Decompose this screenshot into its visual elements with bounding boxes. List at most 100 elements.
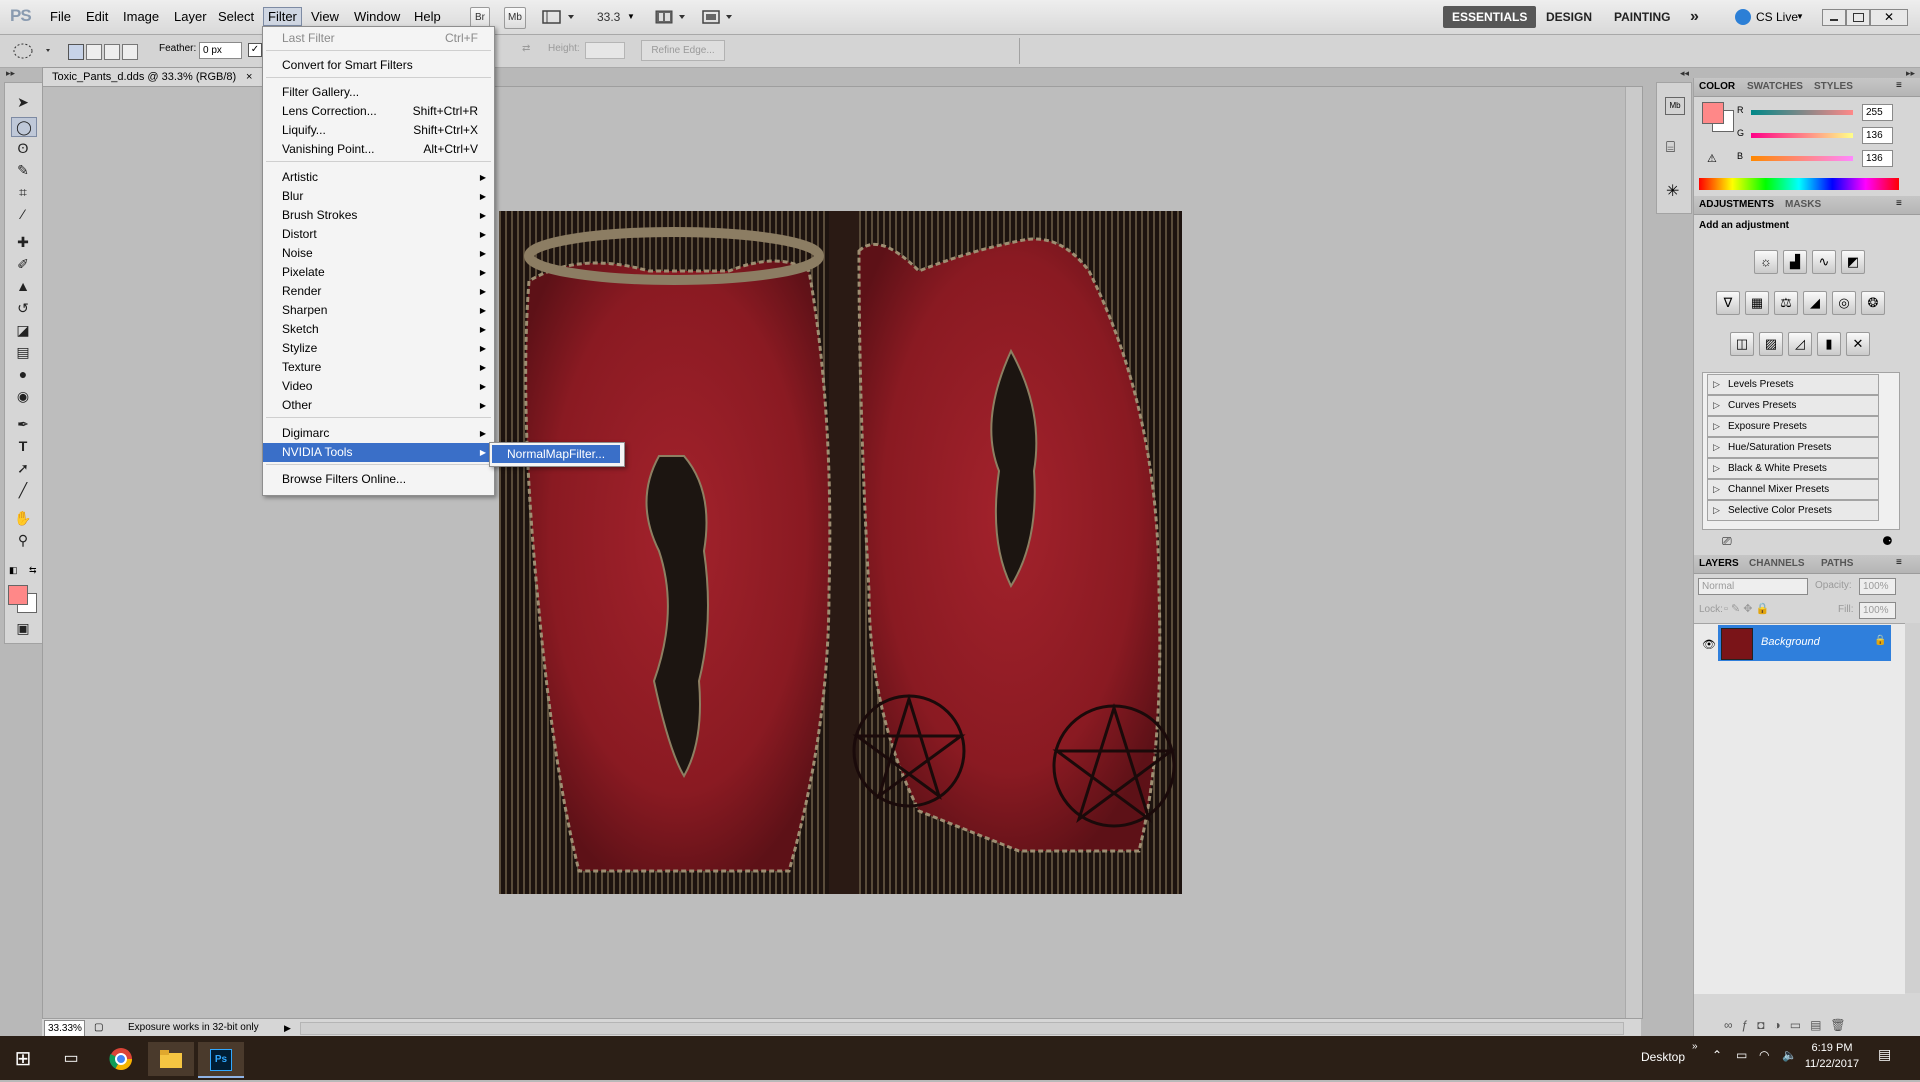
feather-input[interactable]: 0 px — [199, 42, 242, 59]
menu-file[interactable]: File — [50, 9, 71, 24]
menu-item-browse-filters-online[interactable]: Browse Filters Online... — [263, 470, 494, 489]
panel-menu-icon[interactable]: ≡ — [1896, 198, 1902, 209]
action-center-icon[interactable]: ▤ — [1878, 1046, 1891, 1063]
quick-mask-icon[interactable]: ▣ — [11, 619, 35, 637]
status-zoom-field[interactable]: 33.33% — [44, 1020, 85, 1037]
clock-time[interactable]: 6:19 PM — [1802, 1042, 1862, 1054]
menu-item-normalmapfilter[interactable]: NormalMapFilter... — [492, 445, 620, 463]
foreground-color-swatch[interactable] — [8, 585, 28, 605]
panel-menu-icon[interactable]: ≡ — [1896, 557, 1902, 568]
menu-filter[interactable]: Filter — [263, 7, 302, 26]
horizontal-scrollbar[interactable] — [300, 1022, 1624, 1035]
menu-item-nvidia-tools[interactable]: NVIDIA Tools ▶ — [263, 443, 494, 462]
tab-paths[interactable]: PATHS — [1821, 558, 1853, 569]
height-input[interactable] — [585, 42, 625, 59]
vibrance-icon[interactable]: ∇ — [1716, 291, 1740, 315]
document-close-icon[interactable]: × — [246, 68, 252, 87]
quick-selection-tool-icon[interactable]: ✎ — [11, 161, 35, 179]
crop-tool-icon[interactable]: ⌗ — [11, 183, 35, 201]
menu-help[interactable]: Help — [414, 9, 441, 24]
blur-tool-icon[interactable]: ● — [11, 365, 35, 383]
arrange-documents-button[interactable] — [655, 9, 689, 25]
type-tool-icon[interactable]: T — [11, 437, 35, 455]
minibridge-button[interactable]: Mb — [504, 7, 526, 29]
preset-curves[interactable]: ▷ Curves Presets — [1707, 395, 1879, 416]
menu-item-blur[interactable]: Blur ▶ — [263, 187, 494, 206]
r-input[interactable]: 255 — [1862, 104, 1893, 121]
network-icon[interactable]: ▭ — [1736, 1048, 1747, 1062]
chrome-icon[interactable] — [98, 1042, 144, 1076]
task-view-icon[interactable]: ▭ — [48, 1042, 94, 1076]
r-slider[interactable] — [1751, 110, 1853, 115]
restore-button[interactable] — [1846, 9, 1870, 26]
menu-view[interactable]: View — [311, 9, 339, 24]
hue-saturation-icon[interactable]: ▦ — [1745, 291, 1769, 315]
photo-filter-icon[interactable]: ◎ — [1832, 291, 1856, 315]
menu-item-sharpen[interactable]: Sharpen ▶ — [263, 301, 494, 320]
document-tab[interactable]: Toxic_Pants_d.dds @ 33.3% (RGB/8) × — [42, 67, 271, 87]
eyedropper-tool-icon[interactable]: ⁄ — [11, 205, 35, 223]
close-button[interactable]: ✕ — [1870, 9, 1908, 26]
elliptical-marquee-tool-icon[interactable]: ◯ — [11, 117, 37, 137]
add-selection-icon[interactable] — [86, 44, 102, 60]
toolbar-chevron-icon[interactable]: » — [1692, 1041, 1698, 1052]
menu-item-lens-correction[interactable]: Lens Correction... Shift+Ctrl+R — [263, 102, 494, 121]
menu-item-pixelate[interactable]: Pixelate ▶ — [263, 263, 494, 282]
tab-adjustments[interactable]: ADJUSTMENTS — [1699, 199, 1774, 210]
color-fg-swatch[interactable] — [1702, 102, 1724, 124]
workspace-design[interactable]: DESIGN — [1546, 6, 1592, 28]
dock-collapse-icon[interactable]: ◂◂ — [1680, 68, 1689, 79]
tab-layers[interactable]: LAYERS — [1699, 558, 1739, 569]
photoshop-taskbar-icon[interactable]: Ps — [198, 1042, 244, 1078]
default-colors-icon[interactable]: ◧ — [9, 565, 18, 576]
menu-item-artistic[interactable]: Artistic ▶ — [263, 168, 494, 187]
tab-channels[interactable]: CHANNELS — [1749, 558, 1805, 569]
menu-item-brush-strokes[interactable]: Brush Strokes ▶ — [263, 206, 494, 225]
g-input[interactable]: 136 — [1862, 127, 1893, 144]
menu-edit[interactable]: Edit — [86, 9, 108, 24]
brightness-contrast-icon[interactable]: ☼ — [1754, 250, 1778, 274]
healing-brush-tool-icon[interactable]: ✚ — [11, 233, 35, 251]
b-slider[interactable] — [1751, 156, 1853, 161]
view-extras-button[interactable] — [542, 9, 576, 25]
menu-image[interactable]: Image — [123, 9, 159, 24]
zoom-dropdown-icon[interactable]: ▼ — [627, 12, 635, 21]
layers-scrollbar[interactable] — [1905, 623, 1920, 993]
menu-select[interactable]: Select — [218, 9, 254, 24]
layer-visibility-eye-icon[interactable]: 👁 — [1702, 638, 1716, 651]
status-menu-arrow-icon[interactable]: ▶ — [284, 1019, 291, 1037]
vertical-scrollbar[interactable] — [1625, 87, 1642, 1018]
curves-icon[interactable]: ∿ — [1812, 250, 1836, 274]
dodge-tool-icon[interactable]: ◉ — [11, 387, 35, 405]
menu-item-distort[interactable]: Distort ▶ — [263, 225, 494, 244]
layers-footer-icons[interactable]: ∞ƒ◘◑▭▤🗑 — [1724, 1018, 1855, 1032]
preset-levels[interactable]: ▷ Levels Presets — [1707, 374, 1879, 395]
menu-item-noise[interactable]: Noise ▶ — [263, 244, 494, 263]
clip-to-layer-icon[interactable]: ⚈ — [1882, 534, 1893, 548]
cs-live-dropdown-icon[interactable]: ▼ — [1796, 12, 1804, 21]
swap-colors-icon[interactable]: ⇆ — [29, 565, 37, 576]
preset-channel-mixer[interactable]: ▷ Channel Mixer Presets — [1707, 479, 1879, 500]
preset-selective-color[interactable]: ▷ Selective Color Presets — [1707, 500, 1879, 521]
lock-icons[interactable]: ▫ ✎ ✥ 🔒 — [1724, 602, 1769, 615]
desktop-toolbar-label[interactable]: Desktop — [1641, 1050, 1685, 1064]
menu-item-vanishing-point[interactable]: Vanishing Point... Alt+Ctrl+V — [263, 140, 494, 159]
menu-item-video[interactable]: Video ▶ — [263, 377, 494, 396]
show-hidden-icons[interactable]: ⌃ — [1712, 1048, 1722, 1062]
lasso-tool-icon[interactable]: ʘ — [11, 139, 35, 157]
menu-item-liquify[interactable]: Liquify... Shift+Ctrl+X — [263, 121, 494, 140]
more-workspaces-button[interactable]: » — [1690, 6, 1699, 28]
cs-live-button[interactable]: CS Live — [1756, 10, 1798, 24]
menu-item-filter-gallery[interactable]: Filter Gallery... — [263, 83, 494, 102]
tab-styles[interactable]: STYLES — [1814, 81, 1853, 92]
menu-item-render[interactable]: Render ▶ — [263, 282, 494, 301]
clock-date[interactable]: 11/22/2017 — [1802, 1058, 1862, 1070]
anti-alias-checkbox[interactable]: ✓ — [248, 43, 262, 57]
preset-black-white[interactable]: ▷ Black & White Presets — [1707, 458, 1879, 479]
zoom-tool-icon[interactable]: ⚲ — [11, 531, 35, 549]
menu-item-last-filter[interactable]: Last Filter Ctrl+F — [263, 29, 494, 48]
color-balance-icon[interactable]: ⚖ — [1774, 291, 1798, 315]
menu-window[interactable]: Window — [354, 9, 400, 24]
menu-item-convert-smart-filters[interactable]: Convert for Smart Filters — [263, 56, 494, 75]
hand-tool-icon[interactable]: ✋ — [11, 509, 35, 527]
